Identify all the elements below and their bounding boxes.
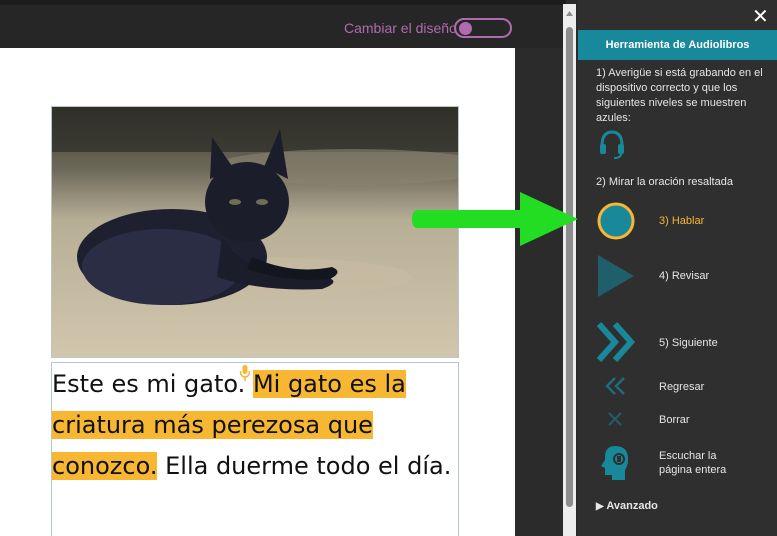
triangle-right-icon: ▶ [596,501,604,512]
speak-label: 3) Hablar [659,215,705,227]
step-2-instructions: 2) Mirar la oración resaltada [596,176,733,188]
back-label: Regresar [659,381,705,393]
microphone-icon [239,364,251,382]
cat-photo [51,106,459,358]
highlighted-sentence-part-3: conozco. [52,452,158,480]
close-icon[interactable]: ✕ [752,4,769,29]
advanced-toggle[interactable]: ▶ Avanzado [596,500,658,512]
sentence-1: Este es mi gato. [52,370,246,398]
advanced-label: Avanzado [606,500,658,512]
highlighted-sentence-part-2: criatura más perezosa que [52,411,373,439]
scrollbar-thumb[interactable] [566,27,573,507]
sentence-3: Ella duerme todo el día. [165,452,452,480]
scroll-up-icon[interactable] [563,4,576,24]
layout-toggle[interactable] [454,18,512,38]
next-label: 5) Siguiente [659,337,718,349]
next-button[interactable] [596,321,636,363]
pointer-arrow-icon [412,188,584,250]
step-1-instructions: 1) Averigüe si está grabando en el dispo… [596,67,763,124]
headset-icon [598,128,626,160]
back-button[interactable] [605,376,627,396]
layout-toggle-label: Cambiar el diseño [344,20,457,36]
story-text: Este es mi gato. Mi gato es la criatura … [52,364,462,487]
listen-whole-page-button[interactable] [598,444,632,482]
delete-label: Borrar [659,414,690,426]
record-button[interactable] [596,201,636,241]
listen-label-line-1: Escuchar la [659,450,717,462]
top-edge [0,0,566,5]
highlighted-sentence-part-1: Mi gato es la [252,370,406,398]
panel-title: Herramienta de Audiolibros [578,30,777,60]
toggle-knob [459,22,472,35]
delete-button[interactable] [607,411,623,427]
listen-label-line-2: página entera [659,464,727,476]
play-review-button[interactable] [596,253,636,299]
review-label: 4) Revisar [659,270,710,282]
